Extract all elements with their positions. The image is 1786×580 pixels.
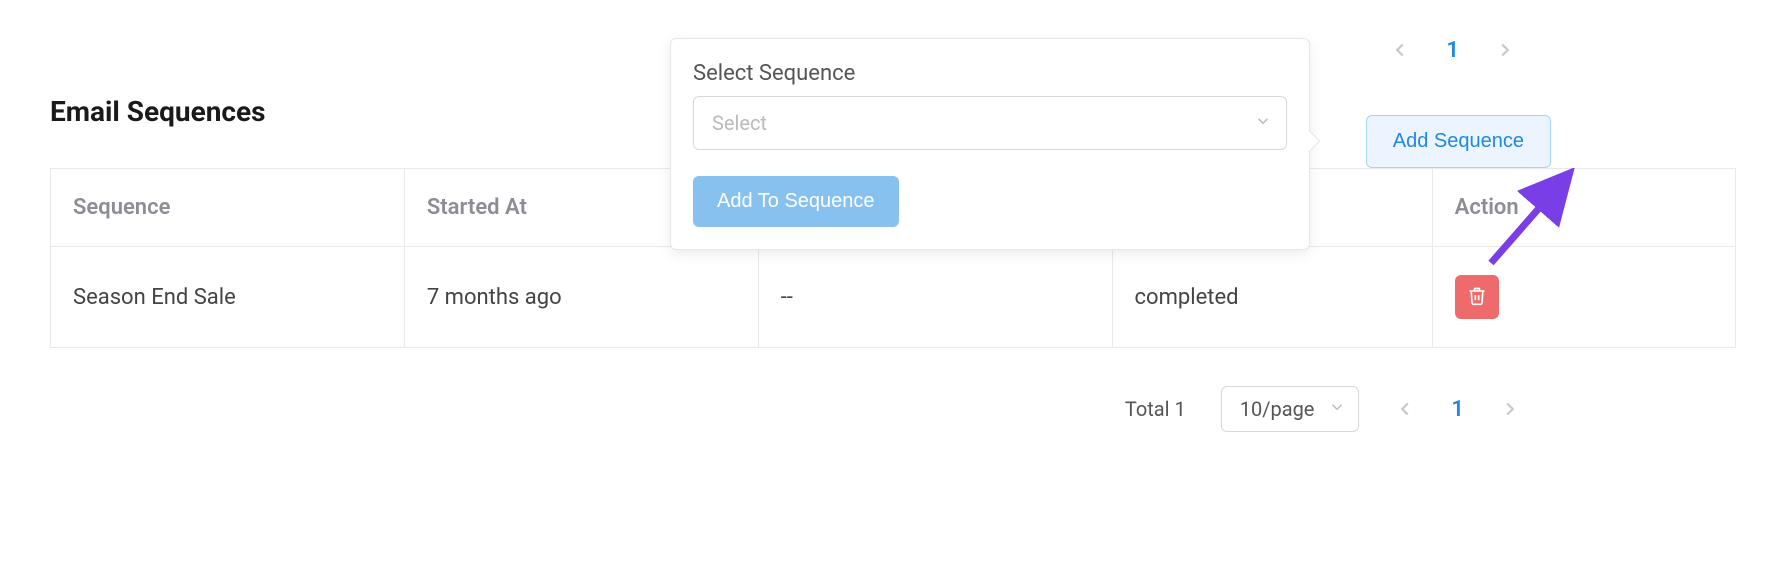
popover-label: Select Sequence bbox=[693, 61, 1287, 86]
add-sequence-button[interactable]: Add Sequence bbox=[1366, 115, 1551, 168]
cell-action bbox=[1432, 247, 1735, 348]
delete-button[interactable] bbox=[1455, 275, 1499, 319]
trash-icon bbox=[1467, 286, 1487, 309]
select-placeholder: Select bbox=[712, 111, 767, 135]
chevron-down-icon bbox=[1254, 111, 1272, 135]
cell-next: -- bbox=[758, 247, 1112, 348]
cell-status: completed bbox=[1112, 247, 1432, 348]
prev-page-button[interactable] bbox=[1394, 398, 1416, 420]
sequence-select[interactable]: Select bbox=[693, 96, 1287, 150]
cell-sequence: Season End Sale bbox=[51, 247, 405, 348]
chevron-down-icon bbox=[1328, 397, 1346, 421]
page-number[interactable]: 1 bbox=[1451, 397, 1464, 422]
col-action: Action bbox=[1432, 169, 1735, 247]
page-size-select[interactable]: 10/page bbox=[1221, 386, 1360, 432]
prev-page-button[interactable] bbox=[1389, 39, 1411, 61]
page-number[interactable]: 1 bbox=[1446, 38, 1459, 63]
bottom-pagination: Total 1 10/page 1 bbox=[50, 386, 1736, 432]
page-size-value: 10/page bbox=[1240, 397, 1315, 421]
total-count: Total 1 bbox=[1125, 397, 1186, 421]
section-title: Email Sequences bbox=[50, 95, 266, 128]
next-page-button[interactable] bbox=[1494, 39, 1516, 61]
add-sequence-popover: Select Sequence Select Add To Sequence bbox=[670, 38, 1310, 250]
table-row: Season End Sale 7 months ago -- complete… bbox=[51, 247, 1736, 348]
col-sequence: Sequence bbox=[51, 169, 405, 247]
add-to-sequence-button[interactable]: Add To Sequence bbox=[693, 176, 899, 227]
cell-started: 7 months ago bbox=[404, 247, 758, 348]
next-page-button[interactable] bbox=[1499, 398, 1521, 420]
